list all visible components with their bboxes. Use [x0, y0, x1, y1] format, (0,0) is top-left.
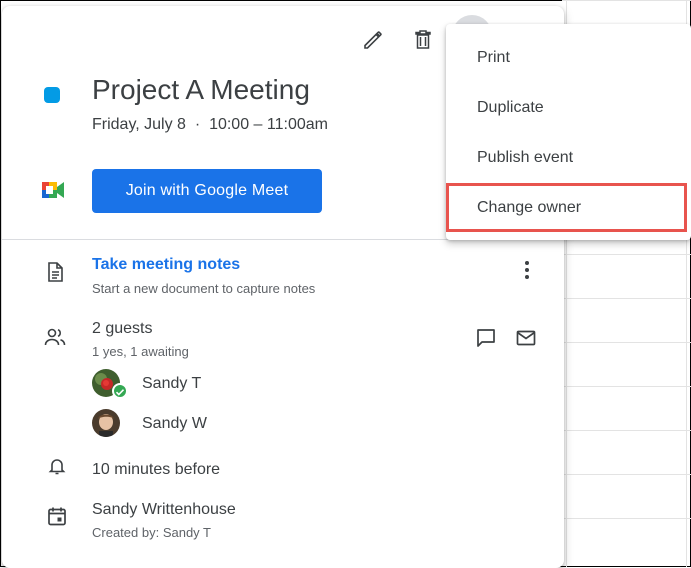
document-icon	[44, 261, 66, 283]
guests-count: 2 guests	[92, 320, 153, 337]
menu-item-duplicate[interactable]: Duplicate	[446, 85, 691, 131]
event-color-chip	[44, 87, 60, 103]
menu-item-print[interactable]: Print	[446, 35, 691, 81]
mail-icon[interactable]	[515, 327, 537, 349]
highlight-annotation	[446, 183, 687, 232]
google-meet-icon	[42, 180, 66, 200]
trash-icon[interactable]	[411, 28, 435, 52]
people-icon	[44, 326, 66, 348]
guest-row[interactable]: Sandy W	[92, 409, 292, 441]
kebab-icon[interactable]	[515, 258, 539, 282]
pencil-icon[interactable]	[361, 28, 385, 52]
guest-name: Sandy W	[142, 415, 207, 432]
notes-subtitle: Start a new document to capture notes	[92, 281, 316, 296]
guest-row[interactable]: Sandy T	[92, 369, 292, 401]
bell-icon	[46, 455, 68, 477]
reminder-text: 10 minutes before	[92, 461, 221, 478]
take-notes-link[interactable]: Take meeting notes	[92, 256, 240, 274]
calendar-name: Sandy Writtenhouse	[92, 501, 236, 518]
menu-item-publish-event[interactable]: Publish event	[446, 135, 691, 181]
join-meet-button[interactable]: Join with Google Meet	[92, 169, 322, 213]
guest-name: Sandy T	[142, 375, 202, 392]
avatar	[92, 409, 120, 437]
event-title: Project A Meeting	[92, 74, 310, 105]
chat-icon[interactable]	[475, 327, 497, 349]
accepted-check-icon	[112, 383, 128, 399]
event-datetime: Friday, July 8 · 10:00 – 11:00am	[92, 116, 328, 133]
guests-status: 1 yes, 1 awaiting	[92, 344, 189, 359]
created-by: Created by: Sandy T	[92, 525, 211, 540]
calendar-icon	[46, 505, 68, 527]
